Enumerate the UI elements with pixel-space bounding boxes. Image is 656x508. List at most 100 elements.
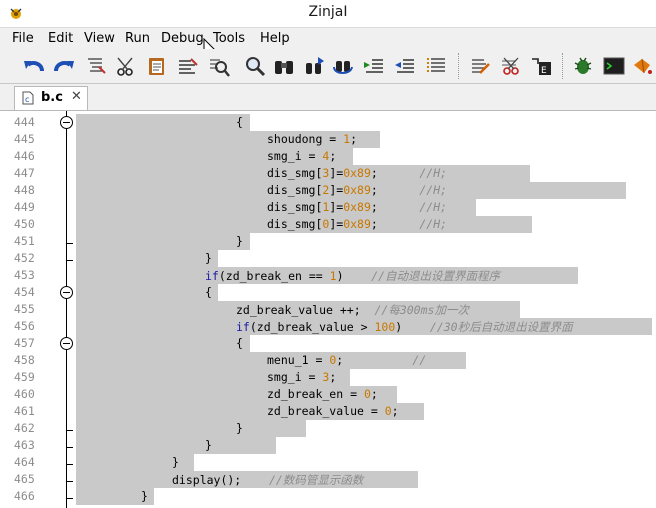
fold-end-marker	[66, 254, 73, 261]
code-line[interactable]: 454 {	[0, 284, 656, 301]
menu-tools[interactable]: Tools	[213, 31, 245, 46]
line-number: 445	[14, 132, 35, 146]
code-text: dis_smg[2]=0x89; //H;	[267, 183, 448, 197]
line-number: 455	[14, 302, 35, 316]
find-prev-icon[interactable]	[302, 55, 326, 77]
tab-label: b.c	[41, 90, 63, 105]
line-number: 451	[14, 234, 35, 248]
code-line[interactable]: 448 dis_smg[2]=0x89; //H;	[0, 182, 656, 199]
debug-bug-icon[interactable]	[571, 55, 595, 77]
code-text: smg_i = 3;	[267, 370, 337, 384]
code-line[interactable]: 444 {	[0, 114, 656, 131]
code-text: smg_i = 4;	[267, 149, 337, 163]
run-console-icon[interactable]: E	[530, 55, 554, 77]
line-number: 465	[14, 472, 35, 486]
menu-file[interactable]: File	[12, 31, 34, 46]
line-number: 456	[14, 319, 35, 333]
line-number: 453	[14, 268, 35, 282]
code-line[interactable]: 463}	[0, 437, 656, 454]
menu-view[interactable]: View	[84, 31, 115, 46]
undo-icon[interactable]	[22, 55, 46, 77]
code-text: zd_break_value ++; //每300ms加一次	[236, 303, 469, 317]
code-text: dis_smg[1]=0x89; //H;	[267, 200, 448, 214]
menu-run[interactable]: Run	[125, 31, 150, 46]
code-line[interactable]: 464}	[0, 454, 656, 471]
svg-text:E: E	[541, 66, 547, 76]
code-editor[interactable]: 444 {445 shoudong = 1; 446 smg_i = 4; 447 dis_…	[0, 111, 656, 508]
line-number: 464	[14, 455, 35, 469]
code-line[interactable]: 455 zd_break_value ++; //每300ms加一次	[0, 301, 656, 318]
binoculars-icon[interactable]	[272, 55, 296, 77]
code-line[interactable]: 456 if(zd_break_value > 100) //30秒后自动退出设置…	[0, 318, 656, 335]
fold-toggle-icon[interactable]	[60, 337, 73, 350]
line-number: 461	[14, 404, 35, 418]
window-title: ZinjaI	[308, 4, 348, 20]
find-file-icon[interactable]	[243, 55, 267, 77]
code-line[interactable]: 462}	[0, 420, 656, 437]
format-icon[interactable]	[84, 55, 108, 77]
code-line[interactable]: 460 zd_break_en = 0;	[0, 386, 656, 403]
code-text: zd_break_value = 0;	[267, 404, 399, 418]
code-text: if(zd_break_en == 1) //自动退出设置界面程序	[205, 269, 501, 283]
code-text: dis_smg[3]=0x89; //H;	[267, 166, 448, 180]
code-text: menu_1 = 0; //	[267, 353, 427, 367]
code-line[interactable]: 461 zd_break_value = 0;	[0, 403, 656, 420]
code-text: display(); //数码管显示函数	[172, 473, 364, 487]
code-line[interactable]: 449 dis_smg[1]=0x89; //H;	[0, 199, 656, 216]
line-number: 462	[14, 421, 35, 435]
find-next-icon[interactable]	[331, 55, 355, 77]
line-number: 454	[14, 285, 35, 299]
code-text: }	[172, 455, 179, 469]
menu-help[interactable]: Help	[260, 31, 290, 46]
title-bar: ZinjaI	[0, 0, 656, 27]
selection-highlight	[76, 250, 218, 267]
code-line[interactable]: 458 menu_1 = 0; //	[0, 352, 656, 369]
menu-bar: File Edit View Run Debug Tools Help	[0, 27, 656, 59]
code-text: }	[141, 489, 148, 503]
selection-highlight	[76, 233, 250, 250]
line-number: 450	[14, 217, 35, 231]
code-line[interactable]: 453 if(zd_break_en == 1) //自动退出设置界面程序	[0, 267, 656, 284]
code-line[interactable]: 457 {	[0, 335, 656, 352]
menu-debug[interactable]: Debug	[161, 31, 204, 46]
scissors-icon[interactable]	[499, 55, 523, 77]
outdent-icon[interactable]	[393, 55, 417, 77]
fold-toggle-icon[interactable]	[60, 286, 73, 299]
selection-highlight	[76, 114, 250, 131]
code-line[interactable]: 459 smg_i = 3;	[0, 369, 656, 386]
code-text: }	[236, 234, 243, 248]
redo-icon[interactable]	[52, 55, 76, 77]
code-line[interactable]: 450 dis_smg[0]=0x89; //H;	[0, 216, 656, 233]
cut-icon[interactable]	[114, 55, 138, 77]
fold-end-marker	[66, 237, 73, 244]
code-text: {	[236, 336, 243, 350]
code-line[interactable]: 465 display(); //数码管显示函数	[0, 471, 656, 488]
find-icon[interactable]	[207, 55, 231, 77]
code-line[interactable]: 466}	[0, 488, 656, 505]
code-line[interactable]: 451}	[0, 233, 656, 250]
fold-end-marker	[66, 492, 73, 499]
list-icon[interactable]	[425, 55, 449, 77]
code-line[interactable]: 445 shoudong = 1;	[0, 131, 656, 148]
code-text: if(zd_break_value > 100) //30秒后自动退出设置界面	[236, 320, 573, 334]
code-line[interactable]: 452}	[0, 250, 656, 267]
terminal-icon[interactable]	[602, 55, 626, 77]
selection-highlight	[76, 437, 276, 454]
code-text: shoudong = 1;	[267, 132, 358, 146]
line-number: 446	[14, 149, 35, 163]
code-line[interactable]: 447 dis_smg[3]=0x89; //H;	[0, 165, 656, 182]
menu-edit[interactable]: Edit	[48, 31, 73, 46]
code-line[interactable]: 446 smg_i = 4;	[0, 148, 656, 165]
tab-b-c[interactable]: c b.c ✕	[14, 86, 88, 110]
fold-toggle-icon[interactable]	[60, 116, 73, 129]
line-number: 452	[14, 251, 35, 265]
line-number: 444	[14, 115, 35, 129]
paint-icon[interactable]	[630, 55, 654, 77]
paste-icon[interactable]	[145, 55, 169, 77]
close-tab-icon[interactable]: ✕	[71, 89, 82, 104]
wand-icon[interactable]	[468, 55, 492, 77]
comment-icon[interactable]	[176, 55, 200, 77]
line-number: 460	[14, 387, 35, 401]
fold-end-marker	[66, 424, 73, 431]
indent-icon[interactable]	[362, 55, 386, 77]
